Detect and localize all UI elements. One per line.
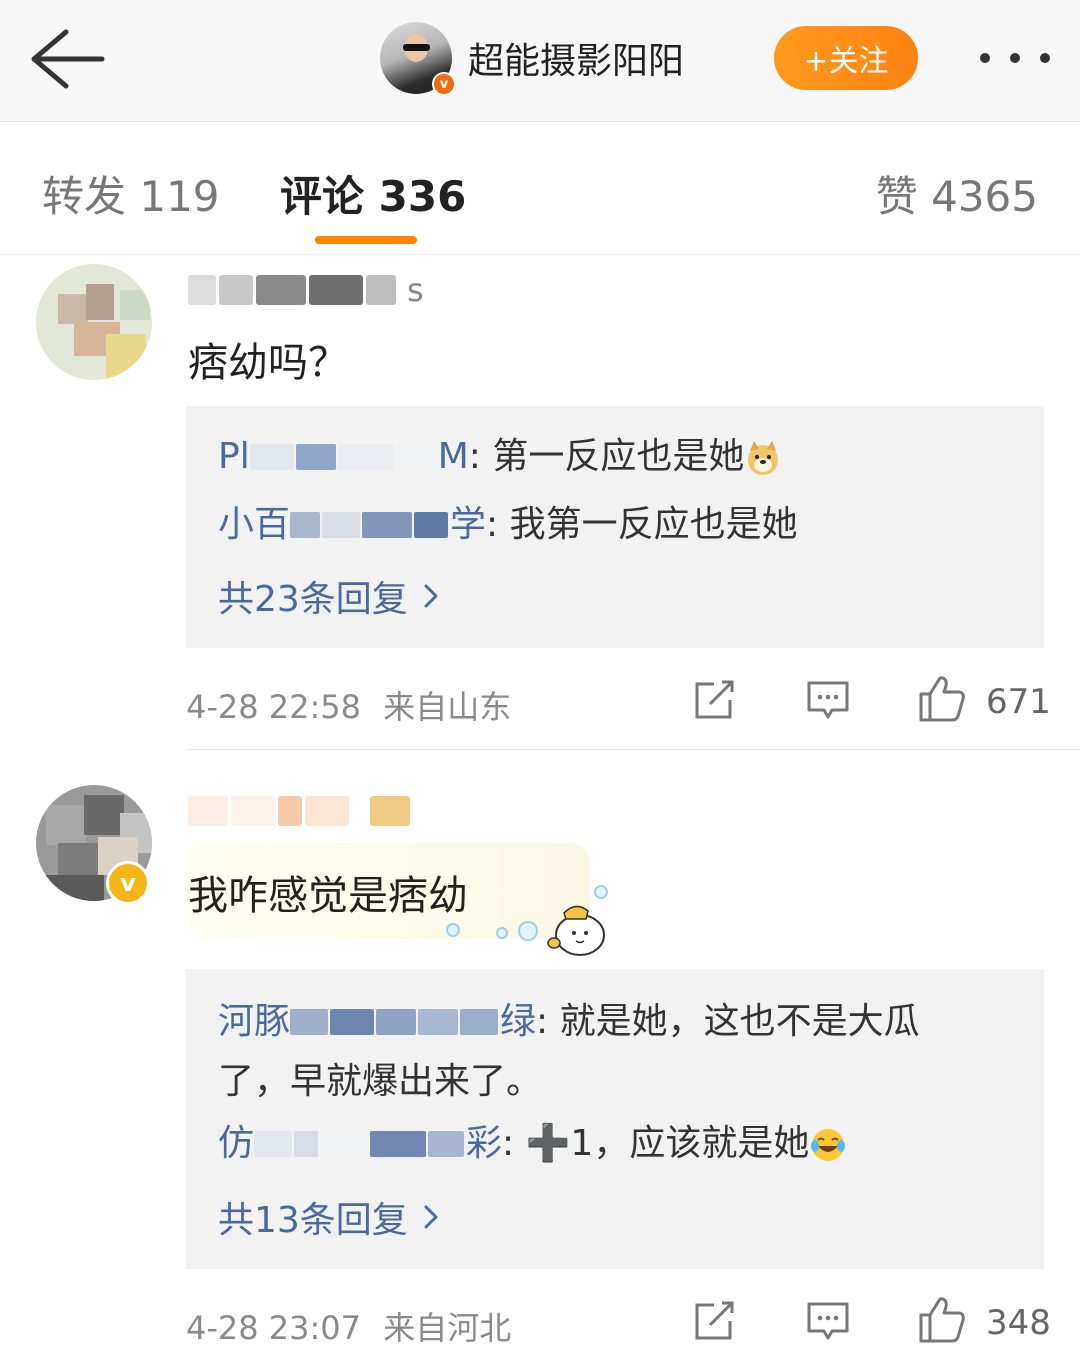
like-icon[interactable] [918, 674, 966, 724]
reply-username[interactable]: Pl M [218, 428, 469, 486]
arrow-left-icon [31, 29, 105, 89]
reply-username[interactable]: 仿 彩 [218, 1115, 502, 1173]
comment-time: 4-28 23:07 [186, 1309, 362, 1347]
more-options-button[interactable] [970, 36, 1060, 80]
author-info[interactable]: v 超能摄影阳阳 [380, 20, 684, 96]
reply-text: : 第一反应也是她 [468, 436, 745, 477]
more-replies-link[interactable]: 共13条回复 [218, 1191, 440, 1243]
like-count: 348 [986, 1303, 1051, 1343]
divider [186, 749, 1080, 750]
reply-text: : 就是她，这也不是大瓜 [536, 1001, 920, 1042]
comment-meta: 4-28 22:58 来自山东 [186, 682, 511, 728]
username-blurred[interactable]: s [188, 268, 424, 312]
laugh-cry-emoji-icon [811, 1129, 846, 1161]
more-replies-link[interactable]: 共23条回复 [218, 570, 440, 622]
comment-text: 痞幼吗？ [188, 340, 348, 386]
avatar[interactable] [36, 264, 152, 380]
comment-icon[interactable] [806, 680, 850, 722]
comment-item: s 痞幼吗？ Pl M : 第一反应也是她 小百 学: 我第一反应也是她 共2… [0, 256, 1080, 750]
username-blurred[interactable] [188, 789, 413, 833]
comment-meta: 4-28 23:07 来自河北 [186, 1303, 511, 1349]
comment-time: 4-28 22:58 [186, 688, 362, 726]
doge-emoji-icon [748, 441, 779, 475]
bubble-sticker-icon [547, 905, 605, 956]
reply-text: : ➕1，应该就是她 [502, 1123, 810, 1164]
reply-username[interactable]: 小百 学 [218, 496, 486, 554]
more-dots-icon [980, 53, 990, 63]
reply-text: : 我第一反应也是她 [486, 504, 798, 545]
author-avatar[interactable]: v [380, 22, 456, 96]
reply-item: 河豚 绿 : 就是她，这也不是大瓜 [218, 993, 1012, 1051]
like-count: 671 [986, 682, 1051, 722]
share-icon[interactable] [692, 1301, 736, 1343]
comment-text: 我咋感觉是痞幼 [188, 873, 468, 919]
comment-icon[interactable] [806, 1301, 850, 1343]
comment-item: v 我咋感觉是痞幼 河豚 绿 : 就是她，这也不是大瓜 了，早就爆出来了。 仿 … [0, 751, 1080, 1361]
username-suffix: s [407, 271, 424, 309]
comment-location: 来自山东 [383, 688, 512, 726]
tab-like[interactable]: 赞 4365 [876, 163, 1038, 224]
verified-badge-icon: v [106, 861, 150, 905]
comment-location: 来自河北 [383, 1309, 512, 1347]
share-icon[interactable] [692, 680, 736, 722]
top-bar: v 超能摄影阳阳 +关注 [0, 0, 1080, 122]
follow-button[interactable]: +关注 [774, 26, 918, 90]
verified-badge-icon: v [432, 72, 456, 96]
active-tab-indicator [315, 236, 417, 244]
reply-item: 仿 彩 : ➕1，应该就是她 [218, 1115, 1012, 1173]
avatar[interactable]: v [36, 785, 152, 905]
author-name[interactable]: 超能摄影阳阳 [468, 32, 684, 84]
back-button[interactable] [26, 24, 106, 94]
chevron-right-icon [424, 584, 438, 608]
tab-repost[interactable]: 转发 119 [42, 163, 220, 224]
reply-username[interactable]: 河豚 绿 [218, 993, 536, 1051]
reply-preview-box[interactable]: Pl M : 第一反应也是她 小百 学: 我第一反应也是她 共23条回复 [186, 406, 1044, 648]
reply-item: 小百 学 : 我第一反应也是她 [218, 496, 1012, 554]
reply-preview-box[interactable]: 河豚 绿 : 就是她，这也不是大瓜 了，早就爆出来了。 仿 彩 : ➕1，应该就… [186, 969, 1044, 1269]
reply-text-continued: 了，早就爆出来了。 [218, 1061, 543, 1102]
tab-bar: 转发 119 评论 336 赞 4365 [0, 123, 1080, 255]
avatar-sunglasses [403, 44, 430, 51]
chevron-right-icon [424, 1205, 438, 1229]
like-icon[interactable] [918, 1295, 966, 1345]
reply-item: Pl M : 第一反应也是她 [218, 428, 1012, 486]
